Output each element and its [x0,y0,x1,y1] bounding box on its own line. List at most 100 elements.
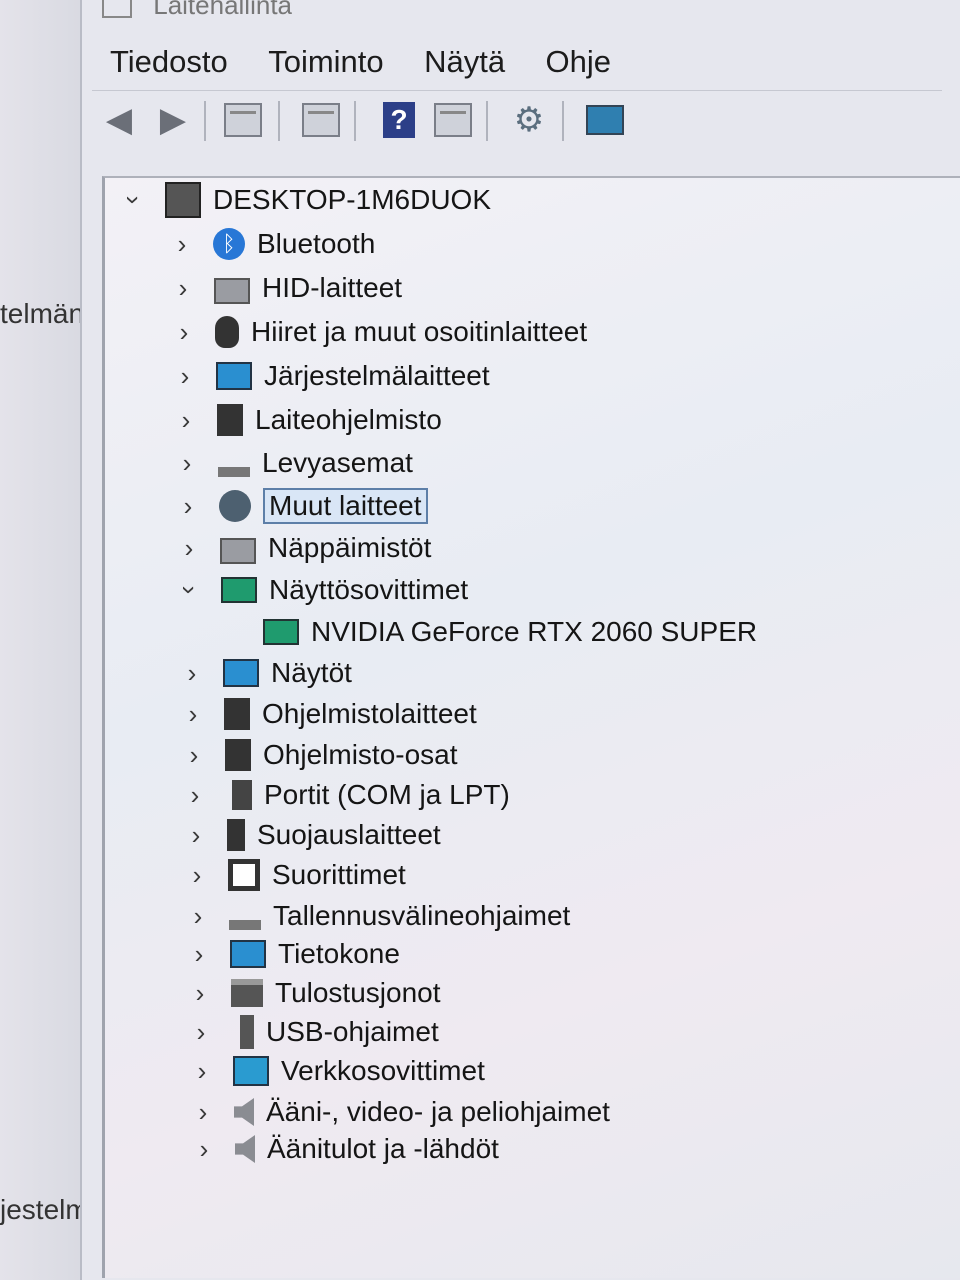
expand-chevron-icon[interactable]: › [177,486,199,526]
tree-item-disk-drives[interactable]: › Levyasemat [176,443,413,483]
menu-file[interactable]: Tiedosto [110,40,228,84]
help-icon[interactable]: ? [380,101,418,139]
tree-item-label: Hiiret ja muut osoitinlaitteet [251,316,588,347]
tree-item-label: NVIDIA GeForce RTX 2060 SUPER [311,616,758,647]
background-text: telmän [0,298,85,329]
tree-item-label: Järjestelmälaitteet [264,360,490,391]
processor-icon [228,859,260,891]
tree-item-label: Suorittimet [272,859,406,890]
expand-chevron-icon[interactable]: › [183,735,205,775]
network-adapter-icon [233,1056,269,1086]
collapse-chevron-icon[interactable]: › [114,189,154,211]
display-adapter-icon [221,577,257,603]
tree-item-firmware[interactable]: › Laiteohjelmisto [175,400,442,440]
expand-chevron-icon[interactable]: › [178,528,200,568]
toolbar-separator [486,101,488,141]
tree-item-display-adapters[interactable]: › Näyttösovittimet [175,570,468,610]
tree-item-audio-io[interactable]: › Äänitulot ja -lähdöt [193,1129,499,1169]
expand-chevron-icon[interactable]: › [171,224,193,264]
gpu-icon [263,619,299,645]
expand-chevron-icon[interactable]: › [184,775,206,815]
computer-icon [165,182,201,218]
software-device-icon [224,698,250,730]
monitor-icon [223,659,259,687]
firmware-icon [217,404,243,436]
hid-icon [214,278,250,304]
tree-item-label: HID-laitteet [262,272,403,303]
expand-chevron-icon[interactable]: › [185,815,207,855]
tree-item-storage-controllers[interactable]: › Tallennusvälineohjaimet [187,896,571,936]
scan-hardware-icon[interactable]: ⚙ [510,101,548,139]
window-title: Laitehallinta [153,0,293,20]
expand-chevron-icon[interactable]: › [173,312,195,352]
expand-chevron-icon[interactable]: › [192,1092,214,1132]
tree-item-computer[interactable]: › Tietokone [188,934,400,974]
tree-item-ports[interactable]: › Portit (COM ja LPT) [184,775,510,815]
tree-item-label: Näytöt [271,657,352,688]
tree-item-keyboards[interactable]: › Näppäimistöt [178,528,431,568]
bluetooth-icon: ᛒ [213,228,245,260]
forward-arrow-icon[interactable]: ▶ [154,101,192,139]
expand-chevron-icon[interactable]: › [193,1129,215,1169]
tree-item-monitors[interactable]: › Näytöt [181,653,352,693]
mouse-icon [215,316,239,348]
system-devices-icon [216,362,252,390]
tree-item-network-adapters[interactable]: › Verkkosovittimet [191,1051,485,1091]
collapse-chevron-icon[interactable]: › [170,579,210,601]
view-icon[interactable] [434,101,472,139]
tree-item-label: Portit (COM ja LPT) [264,779,510,810]
tree-item-label: Näppäimistöt [268,532,432,563]
expand-chevron-icon[interactable]: › [176,443,198,483]
tree-item-label: Äänitulot ja -lähdöt [267,1133,499,1164]
computer-monitor-icon[interactable] [586,101,624,139]
tree-item-software-components[interactable]: › Ohjelmisto-osat [183,735,458,775]
expand-chevron-icon[interactable]: › [190,1012,212,1052]
properties-icon[interactable] [224,101,262,139]
tree-item-processors[interactable]: › Suorittimet [186,855,406,895]
update-driver-icon[interactable] [302,101,340,139]
tree-item-print-queues[interactable]: › Tulostusjonot [189,973,441,1013]
expand-chevron-icon[interactable]: › [186,855,208,895]
back-arrow-icon[interactable]: ◀ [100,101,138,139]
tree-item-label: Ohjelmisto-osat [263,739,458,770]
tree-item-label: Muut laitteet [263,488,428,524]
tree-item-label: Laiteohjelmisto [255,404,442,435]
expand-chevron-icon[interactable]: › [191,1051,213,1091]
tree-item-system-devices[interactable]: › Järjestelmälaitteet [174,356,490,396]
app-icon [102,0,132,19]
menu-action[interactable]: Toiminto [268,40,383,84]
expand-chevron-icon[interactable]: › [181,653,203,693]
tree-item-label: Ääni-, video- ja peliohjaimet [266,1096,610,1127]
tree-item-hid[interactable]: › HID-laitteet [172,268,402,308]
usb-icon [240,1015,254,1049]
tree-item-software-devices[interactable]: › Ohjelmistolaitteet [182,694,477,734]
expand-chevron-icon[interactable]: › [188,934,210,974]
expand-chevron-icon[interactable]: › [175,400,197,440]
expand-chevron-icon[interactable]: › [172,268,194,308]
tree-item-other-devices[interactable]: › Muut laitteet [177,486,428,526]
tree-item-security-devices[interactable]: › Suojauslaitteet [185,815,441,855]
audio-io-icon [235,1135,255,1163]
tree-item-sound-video[interactable]: › Ääni-, video- ja peliohjaimet [192,1092,610,1132]
expand-chevron-icon[interactable]: › [189,973,211,1013]
toolbar: ◀ ▶ ? ⚙ [92,90,942,149]
tree-item-label: Ohjelmistolaitteet [262,698,477,729]
expand-chevron-icon[interactable]: › [182,694,204,734]
keyboard-icon [220,538,256,564]
tree-item-label: Tulostusjonot [275,977,441,1008]
tree-root[interactable]: › DESKTOP-1M6DUOK [119,180,491,220]
root-label: DESKTOP-1M6DUOK [213,184,491,215]
tree-item-label: Tallennusvälineohjaimet [273,900,571,931]
expand-chevron-icon[interactable]: › [187,896,209,936]
tree-item-bluetooth[interactable]: › ᛒ Bluetooth [171,224,375,264]
title-bar: Laitehallinta [82,0,960,22]
background-window: telmän jestelmän [0,0,120,1280]
menu-help[interactable]: Ohje [546,40,611,84]
tree-item-usb-controllers[interactable]: › USB-ohjaimet [190,1012,439,1052]
tree-item-mice[interactable]: › Hiiret ja muut osoitinlaitteet [173,312,587,352]
security-device-icon [227,819,245,851]
tree-item-nvidia-gpu[interactable]: NVIDIA GeForce RTX 2060 SUPER [263,612,757,652]
expand-chevron-icon[interactable]: › [174,356,196,396]
menu-view[interactable]: Näytä [424,40,505,84]
device-manager-window: Laitehallinta Tiedosto Toiminto Näytä Oh… [80,0,960,1280]
